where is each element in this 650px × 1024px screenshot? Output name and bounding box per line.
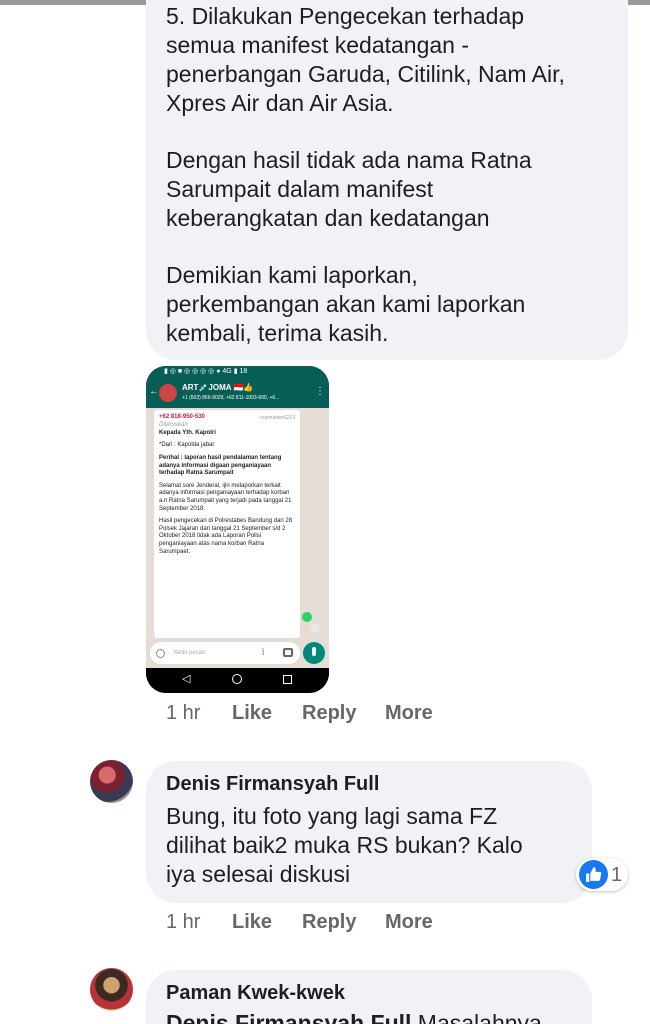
comment-actions: 1 hr Like Reply More — [166, 701, 433, 725]
message-line: Kepada Yth. Kapolri — [159, 429, 216, 436]
attached-screenshot[interactable]: ▮ ◎ ■ ◎ ◎ ◎ ◎ ● 4G ▮ 18 ← ART💉JOMA 🇮🇩👍 +… — [146, 366, 329, 693]
comment-bubble: Paman Kwek-kwek Denis Firmansyah Full Ma… — [146, 970, 592, 1024]
comment-actions: 1 hr Like Reply More — [166, 910, 433, 934]
message-line: Perihal : laporan hasil pendalaman tenta… — [159, 454, 282, 477]
comment-author[interactable]: Denis Firmansyah Full — [166, 772, 379, 796]
comment-paragraph: 5. Dilakukan Pengecekan terhadap semua m… — [166, 3, 565, 116]
comment-text: Bung, itu foto yang lagi sama FZ dilihat… — [166, 803, 523, 887]
unread-dot-icon — [302, 612, 312, 622]
nav-home-icon — [232, 674, 242, 684]
back-arrow-icon: ← — [149, 386, 159, 397]
mention-link[interactable]: Denis Firmansyah Full — [166, 1010, 411, 1024]
thumbs-up-icon — [579, 860, 608, 889]
comment-paragraph: Demikian kami laporkan, perkembangan aka… — [166, 262, 526, 346]
like-button[interactable]: Like — [232, 910, 302, 934]
more-button[interactable]: More — [385, 701, 433, 725]
scroll-down-icon — [310, 623, 320, 633]
nav-back-icon: ◁ — [182, 673, 191, 685]
comment-text: Denis Firmansyah Full Masalahnya — [166, 1009, 542, 1024]
chat-title: ART💉JOMA 🇮🇩👍 — [182, 383, 254, 392]
chat-subtitle: +1 (603) 866-9029, +62 811-1003-600, +6.… — [182, 395, 280, 401]
reaction-count: 1 — [611, 864, 623, 886]
reply-button[interactable]: Reply — [302, 910, 385, 934]
camera-icon — [283, 648, 293, 657]
comment-text-body: Masalahnya — [411, 1010, 542, 1024]
reaction-summary[interactable]: 1 — [576, 858, 628, 891]
avatar[interactable] — [90, 968, 133, 1011]
comment-bubble: Denis Firmansyah Full Bung, itu foto yan… — [146, 761, 592, 903]
group-avatar — [159, 384, 177, 402]
reply-button[interactable]: Reply — [302, 701, 385, 725]
avatar[interactable] — [90, 760, 133, 803]
message-line: Selamat sore Jenderal, ijin melaporkan t… — [159, 482, 292, 512]
more-button[interactable]: More — [385, 910, 433, 934]
forwarded-label: Diteruskan — [159, 422, 188, 429]
mic-icon — [303, 642, 325, 664]
menu-dots-icon: ⋮ — [315, 386, 325, 397]
whatsapp-header: ← ART💉JOMA 🇮🇩👍 +1 (603) 866-9029, +62 81… — [146, 378, 329, 408]
emoji-icon — [156, 649, 165, 658]
comment-bubble: 5. Dilakukan Pengecekan terhadap semua m… — [146, 0, 628, 360]
message-input: Ketik pesan — [150, 642, 300, 664]
message-line: Hasil pengecekan di Polrestabes Bandung … — [159, 518, 293, 555]
message-line: *Dari : Kapolda jabar — [159, 442, 215, 449]
like-button[interactable]: Like — [232, 701, 302, 725]
attach-icon: ⌇ — [261, 647, 266, 657]
comment-time: 1 hr — [166, 702, 201, 724]
phone-status-bar: ▮ ◎ ■ ◎ ◎ ◎ ◎ ● 4G ▮ 18 — [146, 366, 329, 378]
comment-author[interactable]: Paman Kwek-kwek — [166, 981, 345, 1005]
comment-time: 1 hr — [166, 911, 201, 933]
nav-recent-icon — [283, 675, 292, 684]
comment-paragraph: Dengan hasil tidak ada nama Ratna Sarump… — [166, 147, 532, 231]
chat-message: +62 818-950-530 ~roymarten5213 Diteruska… — [154, 410, 300, 638]
